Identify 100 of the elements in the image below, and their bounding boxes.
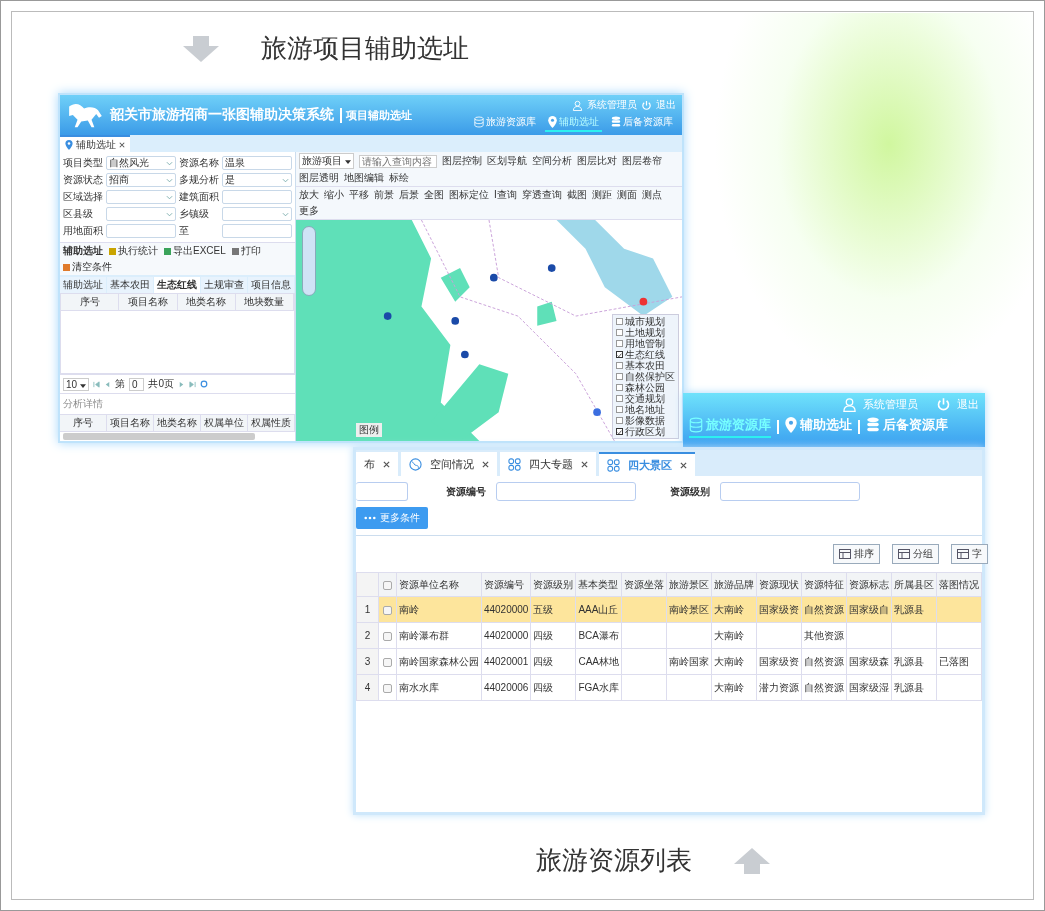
- input-field[interactable]: [356, 482, 408, 501]
- select-field[interactable]: 自然风光: [106, 156, 176, 170]
- checkbox[interactable]: [616, 406, 623, 413]
- table-tool-button[interactable]: 字: [951, 544, 988, 564]
- map-tool-button[interactable]: 全图: [424, 188, 444, 202]
- page-size-select[interactable]: 10: [63, 377, 89, 391]
- checkbox[interactable]: [382, 631, 392, 641]
- column-header[interactable]: 资源现状: [756, 572, 802, 597]
- table-row[interactable]: 1 南岭 44020000 五级 AAA山丘 南岭景区 大南岭 国家级资 自然资源 国家级自 乳源县: [356, 596, 982, 623]
- column-header[interactable]: 序号: [60, 415, 107, 431]
- table-tool-button[interactable]: 排序: [833, 544, 880, 564]
- result-tab[interactable]: 生态红线: [154, 277, 200, 293]
- map-tool-button[interactable]: 测点: [641, 188, 662, 202]
- column-header[interactable]: 地块数量: [235, 294, 294, 310]
- map-tool-button[interactable]: 穿透查询: [521, 188, 562, 202]
- input-field[interactable]: [496, 482, 636, 501]
- column-header[interactable]: 旅游景区: [666, 572, 712, 597]
- column-header[interactable]: 项目名称: [119, 294, 178, 310]
- map-tool-button[interactable]: I查询: [494, 188, 517, 202]
- input-field[interactable]: [222, 190, 292, 204]
- close-icon[interactable]: [680, 461, 687, 469]
- checkbox[interactable]: [616, 395, 623, 402]
- checkbox[interactable]: [616, 373, 623, 380]
- checkbox[interactable]: [382, 605, 392, 615]
- result-tab[interactable]: 基本农田: [107, 277, 153, 293]
- map-tool-button[interactable]: 标绘: [389, 171, 409, 185]
- table-row[interactable]: 3 南岭国家森林公园 44020001 四级 CAA林地 南岭国家 大南岭 国家级资 自然资源 国家级森 乳源县 已落图: [356, 648, 982, 675]
- checkbox[interactable]: [382, 683, 392, 693]
- search-scope-select[interactable]: 旅游项目: [299, 153, 354, 169]
- previous-page-icon[interactable]: [103, 380, 111, 388]
- column-header[interactable]: 权属单位: [201, 415, 248, 431]
- search-field[interactable]: 请输入查询内容: [358, 154, 437, 168]
- zoom-control[interactable]: [302, 226, 316, 296]
- map-tool-button[interactable]: 空间分析: [531, 154, 572, 168]
- input-field[interactable]: 温泉: [222, 156, 292, 170]
- column-header[interactable]: 落图情况: [936, 572, 982, 597]
- scrollbar[interactable]: [63, 433, 255, 440]
- close-icon[interactable]: [119, 141, 125, 148]
- page-tab[interactable]: 空间情况: [401, 452, 497, 476]
- map-tool-button[interactable]: 截图: [566, 188, 587, 202]
- map-tool-button[interactable]: 图标定位: [449, 188, 489, 202]
- column-header[interactable]: 地类名称: [177, 294, 236, 310]
- column-header[interactable]: 资源标志: [846, 572, 892, 597]
- map-tool-button[interactable]: 更多: [299, 204, 319, 218]
- checkbox[interactable]: [616, 428, 623, 435]
- input-field[interactable]: [720, 482, 860, 501]
- map-tool-button[interactable]: 平移: [349, 188, 369, 202]
- checkbox[interactable]: [616, 362, 623, 369]
- page-tab[interactable]: 四大景区: [599, 452, 695, 476]
- column-header[interactable]: 旅游品牌: [711, 572, 757, 597]
- close-icon[interactable]: [581, 460, 588, 468]
- select-field[interactable]: 是: [222, 173, 292, 187]
- map-tool-button[interactable]: 图层卷帘: [621, 154, 662, 168]
- map-tool-button[interactable]: 前景: [374, 188, 394, 202]
- column-header[interactable]: 资源坐落: [621, 572, 667, 597]
- map-tool-button[interactable]: 区划导航: [486, 154, 527, 168]
- map-tool-button[interactable]: 测距: [591, 188, 612, 202]
- legend-button[interactable]: 图例: [356, 423, 382, 437]
- map-tool-button[interactable]: 测面: [616, 188, 637, 202]
- toolbar-button[interactable]: 导出EXCEL: [164, 244, 226, 258]
- map-tool-button[interactable]: 图层比对: [576, 154, 617, 168]
- table-row[interactable]: 2 南岭瀑布群 44020000 四级 BCA瀑布 大南岭 其他资源: [356, 622, 982, 649]
- input-field[interactable]: [222, 224, 292, 238]
- page-tab[interactable]: 四大专题: [500, 452, 596, 476]
- column-header[interactable]: 项目名称: [107, 415, 154, 431]
- toolbar-button[interactable]: 清空条件: [63, 260, 112, 274]
- checkbox[interactable]: [382, 580, 392, 590]
- toolbar-button[interactable]: 执行统计: [109, 244, 158, 258]
- result-tab[interactable]: 项目信息: [248, 277, 294, 293]
- column-header[interactable]: 资源特征: [801, 572, 847, 597]
- result-tab[interactable]: 土规审查: [201, 277, 247, 293]
- last-page-icon[interactable]: [189, 380, 197, 388]
- checkbox[interactable]: [616, 340, 623, 347]
- table-tool-button[interactable]: 分组: [892, 544, 939, 564]
- map-tool-button[interactable]: 后景: [399, 188, 419, 202]
- checkbox[interactable]: [616, 351, 623, 358]
- page-tab[interactable]: 布: [356, 452, 398, 476]
- select-field[interactable]: 招商: [106, 173, 176, 187]
- checkbox[interactable]: [616, 417, 623, 424]
- column-header[interactable]: 资源编号: [481, 572, 531, 597]
- select-field[interactable]: [106, 207, 176, 221]
- result-tab[interactable]: 辅助选址: [60, 277, 106, 293]
- column-header[interactable]: 所属县区: [891, 572, 937, 597]
- close-icon[interactable]: [482, 460, 489, 468]
- map-tool-button[interactable]: 缩小: [324, 188, 344, 202]
- checkbox[interactable]: [616, 318, 623, 325]
- checkbox[interactable]: [616, 384, 623, 391]
- checkbox[interactable]: [616, 329, 623, 336]
- checkbox[interactable]: [382, 657, 392, 667]
- page-tab[interactable]: 辅助选址: [60, 135, 130, 152]
- map-tool-button[interactable]: 图层控制: [441, 154, 482, 168]
- select-field[interactable]: [222, 207, 292, 221]
- column-header[interactable]: 权属性质: [248, 415, 295, 431]
- map-tool-button[interactable]: 放大: [299, 188, 319, 202]
- first-page-icon[interactable]: [92, 380, 100, 388]
- table-row[interactable]: 4 南水水库 44020006 四级 FGA水库 大南岭 潜力资源 自然资源 国家级湿 乳源县: [356, 674, 982, 701]
- close-icon[interactable]: [383, 460, 390, 468]
- column-header[interactable]: 资源级别: [530, 572, 576, 597]
- column-header[interactable]: 资源单位名称: [396, 572, 482, 597]
- next-page-icon[interactable]: [178, 380, 186, 388]
